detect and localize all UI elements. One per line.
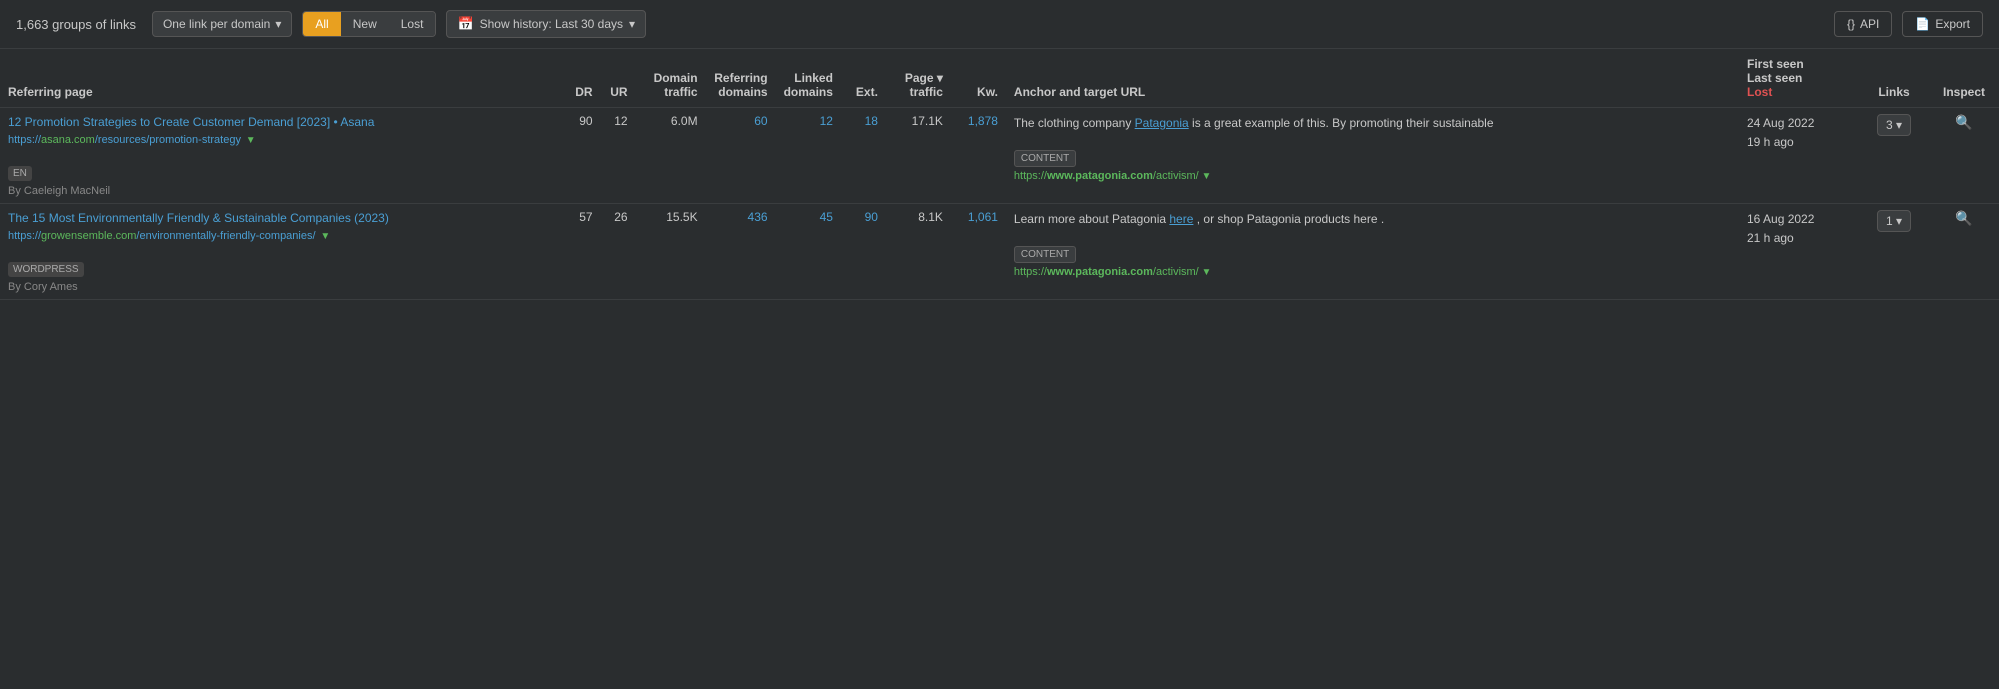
anchor-link-1[interactable]: here (1169, 212, 1193, 226)
referring-page-cell-1: The 15 Most Environmentally Friendly & S… (0, 204, 561, 300)
calendar-icon: 📅 (457, 16, 473, 32)
api-label: API (1860, 17, 1879, 31)
domain-filter-chevron: ▾ (275, 17, 281, 31)
page-url-1: https://growensemble.com/environmentally… (8, 229, 553, 244)
last-seen-date-1: 21 h ago (1747, 231, 1794, 245)
inspect-cell-1: 🔍 (1929, 204, 1999, 300)
domain-traffic-0: 6.0M (636, 108, 706, 204)
anchor-text-1: Learn more about Patagonia here , or sho… (1014, 210, 1731, 228)
first-seen-date-0: 24 Aug 2022 (1747, 116, 1814, 130)
domain-filter-dropdown[interactable]: One link per domain ▾ (152, 11, 292, 37)
anchor-cell-0: The clothing company Patagonia is a grea… (1006, 108, 1739, 204)
page-badge-0: EN (8, 166, 32, 181)
target-url-0: https://www.patagonia.com/activism/ ▼ (1014, 170, 1731, 182)
backlinks-table: Referring page DR UR Domaintraffic Refer… (0, 49, 1999, 300)
anchor-link-0[interactable]: Patagonia (1135, 116, 1189, 130)
toolbar: 1,663 groups of links One link per domai… (0, 0, 1999, 49)
history-label: Show history: Last 30 days (480, 17, 623, 31)
page-author-0: By Caeleigh MacNeil (8, 185, 553, 197)
col-header-lost: Lost (1747, 85, 1772, 99)
inspect-search-icon-1[interactable]: 🔍 (1955, 210, 1972, 226)
col-header-links: Links (1859, 49, 1929, 108)
col-header-dr: DR (561, 49, 601, 108)
anchor-cell-1: Learn more about Patagonia here , or sho… (1006, 204, 1739, 300)
linked-domains-1: 45 (776, 204, 841, 300)
api-button[interactable]: {} API (1834, 11, 1892, 37)
linked-domains-0: 12 (776, 108, 841, 204)
filter-group: All New Lost (302, 11, 436, 37)
referring-domains-0: 60 (706, 108, 776, 204)
first-seen-cell-1: 16 Aug 2022 21 h ago (1739, 204, 1859, 300)
table-row: The 15 Most Environmentally Friendly & S… (0, 204, 1999, 300)
groups-count: 1,663 groups of links (16, 17, 136, 32)
referring-domains-1: 436 (706, 204, 776, 300)
last-seen-date-0: 19 h ago (1747, 135, 1794, 149)
col-header-referring-page: Referring page (0, 49, 561, 108)
target-url-1: https://www.patagonia.com/activism/ ▼ (1014, 266, 1731, 278)
page-url-0: https://asana.com/resources/promotion-st… (8, 133, 553, 148)
links-dropdown-0[interactable]: 3 ▾ (1877, 114, 1911, 136)
col-header-linked-domains: Linkeddomains (776, 49, 841, 108)
kw-0: 1,878 (951, 108, 1006, 204)
domain-filter-label: One link per domain (163, 17, 270, 31)
col-header-anchor-target: Anchor and target URL (1006, 49, 1739, 108)
anchor-text-0: The clothing company Patagonia is a grea… (1014, 114, 1731, 132)
ur-1: 26 (601, 204, 636, 300)
col-header-kw: Kw. (951, 49, 1006, 108)
inspect-cell-0: 🔍 (1929, 108, 1999, 204)
dr-0: 90 (561, 108, 601, 204)
table-row: 12 Promotion Strategies to Create Custom… (0, 108, 1999, 204)
referring-page-cell-0: 12 Promotion Strategies to Create Custom… (0, 108, 561, 204)
col-header-inspect: Inspect (1929, 49, 1999, 108)
first-seen-date-1: 16 Aug 2022 (1747, 212, 1814, 226)
export-label: Export (1935, 17, 1970, 31)
content-badge-0: CONTENT (1014, 150, 1076, 167)
export-icon: 📄 (1915, 17, 1930, 31)
sort-arrow: ▾ (937, 71, 943, 85)
ext-0: 18 (841, 108, 886, 204)
content-badge-1: CONTENT (1014, 246, 1076, 263)
col-header-referring-domains: Referringdomains (706, 49, 776, 108)
history-dropdown[interactable]: 📅 Show history: Last 30 days ▾ (446, 10, 646, 38)
page-traffic-1: 8.1K (886, 204, 951, 300)
page-title-link-1[interactable]: The 15 Most Environmentally Friendly & S… (8, 210, 553, 227)
dr-1: 57 (561, 204, 601, 300)
col-header-ext: Ext. (841, 49, 886, 108)
links-cell-1: 1 ▾ (1859, 204, 1929, 300)
ur-0: 12 (601, 108, 636, 204)
page-traffic-0: 17.1K (886, 108, 951, 204)
page-title-link-0[interactable]: 12 Promotion Strategies to Create Custom… (8, 114, 553, 131)
filter-new-button[interactable]: New (341, 12, 389, 36)
col-header-page-traffic[interactable]: Page ▾traffic (886, 49, 951, 108)
col-header-first-seen: First seenLast seenLost (1739, 49, 1859, 108)
inspect-search-icon-0[interactable]: 🔍 (1955, 114, 1972, 130)
api-icon: {} (1847, 17, 1855, 31)
filter-lost-button[interactable]: Lost (389, 12, 436, 36)
col-header-domain-traffic: Domaintraffic (636, 49, 706, 108)
first-seen-cell-0: 24 Aug 2022 19 h ago (1739, 108, 1859, 204)
domain-traffic-1: 15.5K (636, 204, 706, 300)
links-dropdown-1[interactable]: 1 ▾ (1877, 210, 1911, 232)
kw-1: 1,061 (951, 204, 1006, 300)
filter-all-button[interactable]: All (303, 12, 340, 36)
history-chevron: ▾ (629, 17, 635, 31)
links-cell-0: 3 ▾ (1859, 108, 1929, 204)
page-author-1: By Cory Ames (8, 281, 553, 293)
col-header-ur: UR (601, 49, 636, 108)
page-badge-1: WORDPRESS (8, 262, 84, 277)
export-button[interactable]: 📄 Export (1902, 11, 1983, 37)
table-header-row: Referring page DR UR Domaintraffic Refer… (0, 49, 1999, 108)
ext-1: 90 (841, 204, 886, 300)
